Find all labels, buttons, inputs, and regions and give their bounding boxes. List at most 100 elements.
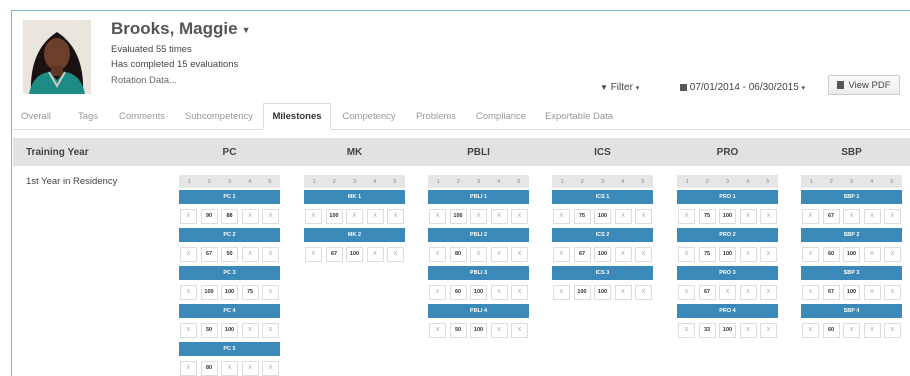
- score-cell: 67: [325, 246, 343, 262]
- score-cell: X: [739, 208, 757, 224]
- score-cell: X: [511, 208, 528, 224]
- milestone-scale: 1 2 3 4 5: [677, 175, 778, 188]
- milestone-bar[interactable]: PC 5: [179, 342, 280, 356]
- caret-down-icon[interactable]: ▼: [242, 25, 251, 35]
- score-cell: 100: [594, 284, 611, 300]
- filter-dropdown[interactable]: ▼ Filter ▾: [600, 82, 639, 93]
- milestone-bar[interactable]: SBP 2: [801, 228, 902, 242]
- score-cell: 90: [200, 208, 218, 224]
- profile-name-text[interactable]: Brooks, Maggie: [111, 19, 238, 38]
- milestone-bar[interactable]: ICS 2: [552, 228, 653, 242]
- score-cell: X: [614, 284, 632, 300]
- score-cell: X: [429, 208, 446, 224]
- header-mk: MK: [346, 146, 363, 158]
- score-cell: 100: [594, 208, 611, 224]
- score-cell: X: [180, 322, 197, 338]
- milestone-bar[interactable]: PBLI 3: [428, 266, 529, 280]
- document-icon: [837, 81, 845, 89]
- score-cell: X: [470, 246, 487, 262]
- chevron-down-icon: ▾: [801, 85, 806, 92]
- tab-exportable-data[interactable]: Exportable Data: [541, 103, 617, 130]
- score-cell: X: [863, 322, 881, 338]
- milestone-bar[interactable]: PBLI 2: [428, 228, 529, 242]
- milestone-scale: 1 2 3 4 5: [801, 175, 902, 188]
- score-cell: 100: [346, 246, 363, 262]
- score-cell: 60: [822, 322, 840, 338]
- profile-name[interactable]: Brooks, Maggie ▼: [111, 19, 251, 39]
- tab-competency[interactable]: Competency: [335, 103, 403, 130]
- score-cell: 67: [698, 284, 716, 300]
- milestone-score-row: X 75 100 X X: [552, 206, 653, 226]
- score-cell: 100: [470, 284, 487, 300]
- milestone-group-sbp: 1 2 3 4 5 SBP 1 X 67 X X X SBP 2 X 60 100 X X SBP 3 X 67 100…: [801, 175, 902, 342]
- score-cell: 67: [822, 284, 840, 300]
- tab-milestones[interactable]: Milestones: [263, 103, 331, 130]
- scale-level: 2: [705, 178, 709, 185]
- milestone-bar[interactable]: MK 2: [304, 228, 405, 242]
- score-cell: X: [760, 208, 777, 224]
- milestone-bar[interactable]: PC 3: [179, 266, 280, 280]
- milestone-score-row: X 50 100 X X: [179, 320, 280, 340]
- milestone-score-row: X 60 X X X: [801, 320, 902, 340]
- score-cell: X: [387, 246, 404, 262]
- milestone-score-row: X 67 50 X X: [179, 244, 280, 264]
- score-cell: X: [305, 246, 322, 262]
- score-cell: X: [884, 284, 901, 300]
- completed-count: Has completed 15 evaluations: [111, 59, 239, 70]
- milestone-bar[interactable]: SBP 3: [801, 266, 902, 280]
- calendar-icon: [680, 83, 687, 91]
- rotation-data-link[interactable]: Rotation Data...: [111, 75, 177, 86]
- milestone-bar[interactable]: SBP 4: [801, 304, 902, 318]
- scale-level: 2: [580, 178, 584, 185]
- tab-comments[interactable]: Comments: [113, 103, 171, 130]
- score-cell: X: [241, 322, 259, 338]
- score-cell: X: [241, 208, 259, 224]
- milestone-score-row: X 80 X X X: [179, 358, 280, 376]
- milestone-bar[interactable]: PBLI 1: [428, 190, 529, 204]
- tab-compliance[interactable]: Compliance: [471, 103, 531, 130]
- scale-level: 4: [870, 178, 874, 185]
- score-cell: X: [262, 322, 279, 338]
- score-cell: X: [180, 208, 197, 224]
- profile-photo: [23, 20, 91, 94]
- milestone-bar[interactable]: PC 1: [179, 190, 280, 204]
- milestone-score-row: X 80 X X X: [428, 244, 529, 264]
- milestone-bar[interactable]: PRO 2: [677, 228, 778, 242]
- scale-level: 2: [829, 178, 833, 185]
- score-cell: 100: [719, 322, 736, 338]
- score-cell: 75: [698, 246, 716, 262]
- milestone-bar[interactable]: PRO 3: [677, 266, 778, 280]
- milestone-bar[interactable]: PBLI 4: [428, 304, 529, 318]
- score-cell: X: [614, 208, 632, 224]
- milestone-bar[interactable]: PC 4: [179, 304, 280, 318]
- score-cell: X: [884, 208, 901, 224]
- milestone-bar[interactable]: SBP 1: [801, 190, 902, 204]
- header-ics: ICS: [594, 146, 611, 158]
- tab-tags[interactable]: Tags: [71, 103, 105, 130]
- score-cell: X: [511, 246, 528, 262]
- tab-subcompetency[interactable]: Subcompetency: [179, 103, 259, 130]
- view-pdf-button[interactable]: View PDF: [828, 75, 900, 95]
- milestone-bar[interactable]: MK 1: [304, 190, 405, 204]
- milestone-score-row: X 75 100 X X: [677, 244, 778, 264]
- score-cell: X: [863, 284, 881, 300]
- score-cell: X: [305, 208, 322, 224]
- score-cell: X: [802, 322, 819, 338]
- milestone-bar[interactable]: PRO 4: [677, 304, 778, 318]
- score-cell: X: [429, 284, 446, 300]
- scale-level: 1: [436, 178, 440, 185]
- tab-label: Compliance: [475, 111, 527, 122]
- milestone-group-ics: 1 2 3 4 5 ICS 1 X 75 100 X X ICS 2 X 67 100 X X ICS 3 X 100…: [552, 175, 653, 304]
- scale-level: 1: [685, 178, 689, 185]
- tab-overall[interactable]: Overall: [15, 103, 57, 130]
- tab-problems[interactable]: Problems: [409, 103, 463, 130]
- score-cell: X: [262, 360, 279, 376]
- milestone-bar[interactable]: PRO 1: [677, 190, 778, 204]
- milestone-score-row: X 50 100 X X: [428, 320, 529, 340]
- score-cell: 88: [221, 208, 238, 224]
- milestone-bar[interactable]: PC 2: [179, 228, 280, 242]
- milestone-bar[interactable]: ICS 1: [552, 190, 653, 204]
- milestone-score-row: X 60 100 X X: [801, 244, 902, 264]
- milestone-bar[interactable]: ICS 3: [552, 266, 653, 280]
- date-range-dropdown[interactable]: 07/01/2014 - 06/30/2015 ▾: [680, 82, 805, 93]
